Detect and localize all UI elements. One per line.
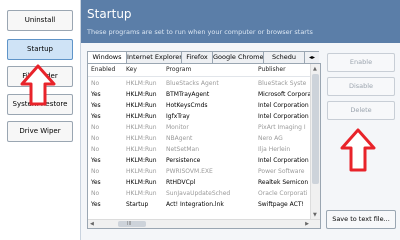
enable-button[interactable]: Enable — [327, 53, 395, 72]
cell-publisher: Realtek Semicon — [258, 179, 309, 186]
sidebar-item-drive-wiper[interactable]: Drive Wiper — [7, 121, 73, 142]
cell-key: HKLM:Run — [126, 146, 157, 153]
table-row[interactable]: No HKLM:Run PWRISOVM.EXE Power Software — [88, 166, 311, 177]
tools-sidebar: Uninstall Startup File Finder System Res… — [0, 0, 81, 240]
cell-key: HKLM:Run — [126, 113, 157, 120]
scroll-grip-icon: III — [127, 221, 132, 227]
cell-publisher: Intel Corporation — [258, 102, 309, 109]
cell-program: IgfxTray — [166, 113, 190, 120]
tab-internet-explorer[interactable]: Internet Explorer — [126, 51, 182, 63]
delete-button[interactable]: Delete — [327, 101, 395, 120]
cell-publisher: Intel Corporation — [258, 113, 309, 120]
table-row[interactable]: No HKLM:Run BlueStacks Agent BlueStack S… — [88, 78, 311, 89]
page-title: Startup — [87, 7, 132, 21]
cell-program: NBAgent — [166, 135, 193, 142]
startup-table: Enabled Key Program Publisher No HKLM:Ru… — [87, 63, 321, 229]
table-row[interactable]: Yes HKLM:Run HotKeysCmds Intel Corporati… — [88, 100, 311, 111]
cell-publisher: Ilja Herlein — [258, 146, 291, 153]
column-header-key[interactable]: Key — [126, 64, 162, 76]
column-header-program[interactable]: Program — [166, 64, 256, 76]
cell-enabled: No — [91, 168, 100, 175]
cell-key: Startup — [126, 201, 149, 208]
cell-enabled: Yes — [91, 179, 101, 186]
table-row[interactable]: Yes HKLM:Run RtHDVCpl Realtek Semicon — [88, 177, 311, 188]
cell-program: RtHDVCpl — [166, 179, 196, 186]
cell-enabled: Yes — [91, 102, 101, 109]
cell-enabled: No — [91, 146, 100, 153]
column-header-enabled[interactable]: Enabled — [91, 64, 123, 76]
cell-program: SunJavaUpdateSched — [166, 190, 231, 197]
table-row[interactable]: No HKLM:Run Monitor PixArt Imaging I — [88, 122, 311, 133]
cell-enabled: No — [91, 135, 100, 142]
scroll-up-icon[interactable]: ▲ — [313, 65, 317, 73]
scroll-down-icon[interactable]: ▼ — [313, 211, 317, 219]
vertical-scrollbar[interactable]: ▲ ▼ — [310, 64, 320, 220]
cell-publisher: PixArt Imaging I — [258, 124, 306, 131]
cell-program: BlueStacks Agent — [166, 80, 219, 87]
cell-enabled: Yes — [91, 157, 101, 164]
scroll-left-icon[interactable]: ◀ — [90, 220, 94, 228]
cell-enabled: Yes — [91, 113, 101, 120]
cell-program: BTMTrayAgent — [166, 91, 210, 98]
tab-firefox[interactable]: Firefox — [181, 51, 213, 63]
save-to-text-file-button[interactable]: Save to text file... — [326, 210, 396, 229]
table-row[interactable]: Yes HKLM:Run Persistence Intel Corporati… — [88, 155, 311, 166]
sidebar-item-uninstall[interactable]: Uninstall — [7, 10, 73, 31]
disable-button[interactable]: Disable — [327, 77, 395, 96]
table-row[interactable]: Yes HKLM:Run BTMTrayAgent Microsoft Corp… — [88, 89, 311, 100]
cell-program: PWRISOVM.EXE — [166, 168, 213, 175]
vertical-scroll-thumb[interactable] — [312, 74, 319, 184]
cell-key: HKLM:Run — [126, 168, 157, 175]
cell-key: HKLM:Run — [126, 102, 157, 109]
cell-key: HKLM:Run — [126, 80, 157, 87]
cell-enabled: Yes — [91, 201, 101, 208]
red-annotation-arrow-icon — [340, 128, 376, 172]
cell-publisher: BlueStack Syste — [258, 80, 307, 87]
cell-program: NetSetMan — [166, 146, 200, 153]
table-row[interactable]: No HKLM:Run NBAgent Nero AG — [88, 133, 311, 144]
cell-enabled: No — [91, 80, 100, 87]
cell-enabled: Yes — [91, 91, 101, 98]
cell-key: HKLM:Run — [126, 190, 157, 197]
page-subtitle: These programs are set to run when your … — [87, 28, 313, 36]
cell-program: Monitor — [166, 124, 189, 131]
cell-publisher: Microsoft Corpora — [258, 91, 311, 98]
ccleaner-tools-window: Uninstall Startup File Finder System Res… — [0, 0, 400, 240]
cell-publisher: Nero AG — [258, 135, 283, 142]
table-row[interactable]: No HKLM:Run SunJavaUpdateSched Oracle Co… — [88, 188, 311, 199]
scroll-right-icon[interactable]: ▶ — [305, 220, 309, 228]
cell-publisher: Swiftpage ACT! — [258, 201, 304, 208]
page-header: Startup These programs are set to run wh… — [81, 0, 400, 43]
cell-publisher: Power Software — [258, 168, 305, 175]
tab-scheduled[interactable]: Schedu — [263, 51, 305, 63]
cell-key: HKLM:Run — [126, 157, 157, 164]
cell-program: Act! Integration.lnk — [166, 201, 224, 208]
table-row[interactable]: Yes Startup Act! Integration.lnk Swiftpa… — [88, 199, 311, 210]
cell-publisher: Intel Corporation — [258, 157, 309, 164]
cell-enabled: No — [91, 190, 100, 197]
red-annotation-arrow-icon — [20, 64, 56, 106]
tab-windows[interactable]: Windows — [87, 51, 127, 63]
cell-key: HKLM:Run — [126, 124, 157, 131]
table-header-row: Enabled Key Program Publisher — [88, 64, 311, 77]
horizontal-scroll-thumb[interactable]: III — [118, 221, 146, 227]
sidebar-item-startup[interactable]: Startup — [7, 39, 73, 60]
tab-google-chrome[interactable]: Google Chrome — [212, 51, 264, 63]
table-row[interactable]: No HKLM:Run NetSetMan Ilja Herlein — [88, 144, 311, 155]
cell-program: HotKeysCmds — [166, 102, 208, 109]
horizontal-scrollbar[interactable]: ◀ III ▶ — [88, 219, 320, 228]
cell-key: HKLM:Run — [126, 135, 157, 142]
cell-enabled: No — [91, 124, 100, 131]
cell-key: HKLM:Run — [126, 91, 157, 98]
table-row[interactable]: Yes HKLM:Run IgfxTray Intel Corporation — [88, 111, 311, 122]
tab-scroll-arrows[interactable]: ◂▸ — [304, 51, 319, 63]
cell-publisher: Oracle Corporati — [258, 190, 308, 197]
startup-tabs: Windows Internet Explorer Firefox Google… — [87, 51, 319, 63]
cell-key: HKLM:Run — [126, 179, 157, 186]
cell-program: Persistence — [166, 157, 201, 164]
column-header-publisher[interactable]: Publisher — [258, 64, 311, 76]
